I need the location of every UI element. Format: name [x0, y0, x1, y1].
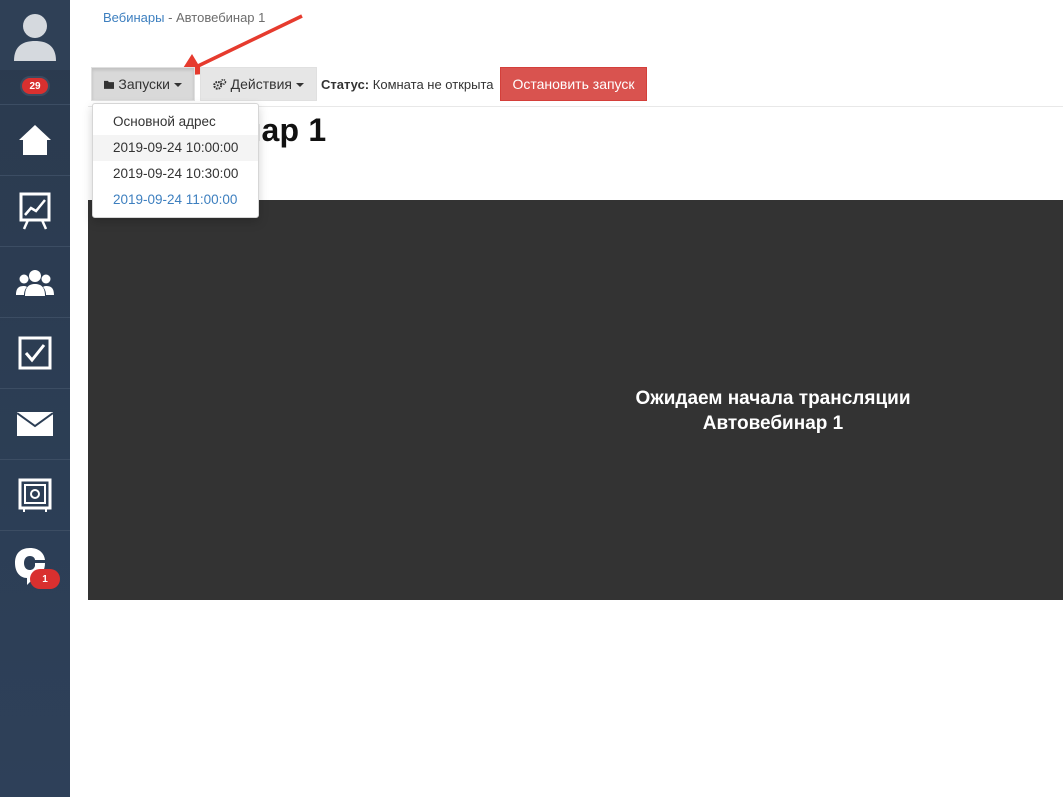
chevron-down-icon [296, 83, 304, 87]
launches-label: Запуски [118, 76, 170, 92]
folder-icon [104, 80, 115, 89]
status-label: Статус: [321, 76, 370, 92]
home-icon [19, 124, 51, 155]
sidebar-item-safe[interactable] [0, 459, 70, 529]
dropdown-item-launch[interactable]: 2019-09-24 10:30:00 [93, 161, 258, 187]
webinar-name: Автовебинар 1 [702, 413, 844, 434]
checkbox-icon [18, 336, 52, 369]
waiting-line: Ожидаем начала трансляции [635, 388, 911, 409]
actions-dropdown-button[interactable]: Действия [200, 67, 317, 101]
breadcrumb-link-webinars[interactable]: Вебинары [103, 10, 164, 25]
sidebar-item-chat[interactable] [0, 530, 70, 600]
dropdown-item-launch-active[interactable]: 2019-09-24 11:00:00 [93, 187, 258, 213]
sidebar-item-tasks[interactable] [0, 317, 70, 387]
users-group-icon [16, 269, 54, 296]
presentation-chart-icon [19, 192, 51, 230]
video-player[interactable]: Ожидаем начала трансляции Автовебинар 1 [88, 200, 1063, 600]
actions-label: Действия [230, 76, 292, 92]
sidebar-item-mail[interactable] [0, 388, 70, 458]
sidebar-item-home[interactable] [0, 104, 70, 174]
chat-badge[interactable]: 1 [30, 569, 60, 589]
sidebar-item-users[interactable] [0, 246, 70, 316]
dropdown-item-main-address[interactable]: Основной адрес [93, 109, 258, 135]
sidebar: 29 1 [0, 0, 70, 797]
user-avatar[interactable] [0, 0, 70, 70]
stop-launch-button[interactable]: Остановить запуск [500, 67, 647, 101]
gears-icon [213, 78, 227, 90]
notification-badge[interactable]: 29 [20, 76, 50, 96]
sidebar-item-analytics[interactable] [0, 175, 70, 245]
launches-dropdown-button[interactable]: Запуски [91, 67, 195, 101]
toolbar: Запуски Действия Статус: Комната не откр… [91, 67, 647, 101]
safe-icon [18, 478, 52, 512]
launches-dropdown-menu: Основной адрес 2019-09-24 10:00:00 2019-… [92, 103, 259, 218]
waiting-message: Ожидаем начала трансляции Автовебинар 1 [88, 386, 1063, 436]
status-value: Комната не открыта [372, 76, 494, 92]
room-status: Статус: Комната не открыта [321, 77, 494, 92]
chevron-down-icon [174, 83, 182, 87]
user-icon [14, 14, 56, 61]
dropdown-item-launch[interactable]: 2019-09-24 10:00:00 [93, 135, 258, 161]
envelope-icon [17, 411, 53, 436]
